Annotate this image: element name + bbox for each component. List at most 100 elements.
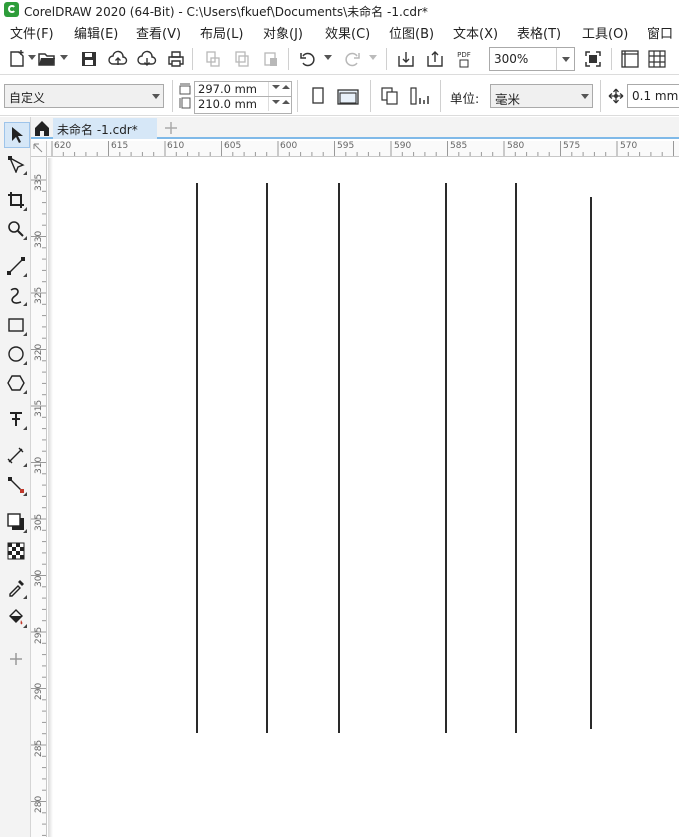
h-ruler-label: 600 <box>280 141 298 151</box>
artistic-media-tool[interactable] <box>4 283 28 307</box>
drop-shadow-tool[interactable] <box>4 510 28 534</box>
page-height-field[interactable]: 210.0 mm <box>194 96 292 114</box>
pointer-arrow-icon <box>12 127 23 143</box>
cloud-upload-icon[interactable] <box>107 48 129 70</box>
add-tab-plus-icon <box>165 122 177 134</box>
parallel-dimension-tool[interactable] <box>4 444 28 468</box>
zoom-dropdown-button[interactable] <box>556 48 574 70</box>
undo-dropdown-caret-icon[interactable] <box>324 55 332 60</box>
current-page-layout-icon[interactable] <box>409 86 431 106</box>
page-preset-select[interactable]: 自定义 <box>4 84 164 108</box>
print-icon[interactable] <box>165 48 187 70</box>
menu-object[interactable]: 对象(J) <box>263 23 303 42</box>
color-eyedropper-tool[interactable] <box>4 576 28 600</box>
text-tool[interactable] <box>4 407 28 431</box>
zoom-chevron-down-icon <box>562 57 570 62</box>
zoom-tool[interactable] <box>4 217 28 241</box>
v-ruler-label: 330 <box>34 230 44 248</box>
save-icon[interactable] <box>78 48 100 70</box>
menu-view[interactable]: 查看(V) <box>136 23 181 42</box>
document-tab[interactable]: 未命名 -1.cdr* <box>53 118 157 139</box>
units-value: 毫米 <box>495 92 521 107</box>
menu-file[interactable]: 文件(F) <box>10 23 54 42</box>
new-dropdown-caret-icon[interactable] <box>28 55 36 60</box>
guidelines-toggle-icon[interactable] <box>672 48 679 70</box>
page-width-icon <box>179 83 191 95</box>
units-label: 单位: <box>450 91 480 106</box>
vertical-line-shape[interactable] <box>338 183 340 733</box>
vertical-line-shape[interactable] <box>515 183 517 733</box>
vertical-line-shape[interactable] <box>445 183 447 733</box>
vertical-line-shape[interactable] <box>590 197 592 729</box>
shape-tool[interactable] <box>4 152 28 176</box>
welcome-home-tab[interactable] <box>31 118 53 139</box>
grid-toggle-icon[interactable] <box>646 48 668 70</box>
crop-tool[interactable] <box>4 188 28 212</box>
landscape-orientation-icon[interactable] <box>337 89 359 105</box>
drawing-canvas[interactable] <box>48 158 679 837</box>
menu-tools[interactable]: 工具(O) <box>582 23 628 42</box>
menu-layout[interactable]: 布局(L) <box>200 23 243 42</box>
new-document-icon[interactable] <box>6 48 28 70</box>
horizontal-ruler-ticks <box>51 141 674 156</box>
new-tab-button[interactable] <box>160 118 182 138</box>
menu-effects[interactable]: 效果(C) <box>325 23 370 42</box>
pdf-label: PDF <box>457 50 471 59</box>
menu-window[interactable]: 窗口 <box>647 23 673 42</box>
add-tool[interactable] <box>4 647 28 671</box>
undo-icon[interactable] <box>297 48 319 70</box>
nudge-distance-field[interactable]: 0.1 mm <box>627 84 679 108</box>
nudge-distance-value: 0.1 mm <box>632 89 679 103</box>
redo-icon[interactable] <box>341 48 363 70</box>
zoom-level-combo[interactable]: 300% <box>489 47 575 71</box>
transparency-tool[interactable] <box>4 539 28 563</box>
height-spinner-icon[interactable] <box>268 97 291 111</box>
h-ruler-label: 620 <box>54 141 72 151</box>
interactive-fill-tool[interactable] <box>4 605 28 629</box>
open-dropdown-caret-icon[interactable] <box>60 55 68 60</box>
h-ruler-label: 580 <box>507 141 525 151</box>
cut-icon[interactable] <box>202 48 224 70</box>
home-icon <box>35 121 49 136</box>
vertical-line-shape[interactable] <box>196 183 198 733</box>
rectangle-tool[interactable] <box>4 313 28 337</box>
full-screen-icon[interactable] <box>582 48 604 70</box>
export-icon[interactable] <box>424 48 446 70</box>
ellipse-tool[interactable] <box>4 342 28 366</box>
h-ruler-label: 595 <box>337 141 355 151</box>
units-chevron-down-icon <box>581 94 589 99</box>
window-title: CorelDRAW 2020 (64-Bit) - C:\Users\fkuef… <box>24 5 428 19</box>
ruler-origin-corner[interactable] <box>31 141 47 157</box>
menu-bar: 文件(F) 编辑(E) 查看(V) 布局(L) 对象(J) 效果(C) 位图(B… <box>0 20 679 42</box>
rulers-toggle-icon[interactable] <box>619 48 641 70</box>
all-pages-layout-icon[interactable] <box>380 86 400 106</box>
menu-text[interactable]: 文本(X) <box>453 23 498 42</box>
page-preset-value: 自定义 <box>9 91 46 105</box>
open-folder-icon[interactable] <box>36 48 58 70</box>
menu-bitmaps[interactable]: 位图(B) <box>389 23 434 42</box>
vertical-line-shape[interactable] <box>266 183 268 733</box>
page-height-icon <box>179 97 191 109</box>
width-spinner-icon[interactable] <box>268 82 291 96</box>
connector-tool[interactable] <box>4 473 28 497</box>
cloud-download-icon[interactable] <box>136 48 158 70</box>
menu-table[interactable]: 表格(T) <box>517 23 561 42</box>
pick-tool[interactable] <box>4 122 30 148</box>
polygon-tool[interactable] <box>4 371 28 395</box>
horizontal-ruler[interactable]: 620 615 610 605 600 595 590 585 580 575 … <box>31 141 679 157</box>
redo-dropdown-caret-icon[interactable] <box>369 55 377 60</box>
copy-icon[interactable] <box>231 48 253 70</box>
menu-edit[interactable]: 编辑(E) <box>74 23 118 42</box>
v-ruler-label: 315 <box>34 399 44 417</box>
paste-icon[interactable] <box>260 48 282 70</box>
vertical-ruler-ticks <box>31 179 46 836</box>
publish-pdf-button[interactable]: PDF <box>453 48 475 70</box>
v-ruler-label: 305 <box>34 513 44 531</box>
nudge-distance-icon <box>608 88 624 104</box>
units-select[interactable]: 毫米 <box>490 84 593 108</box>
vertical-ruler[interactable]: 335 330 325 320 315 310 305 300 295 290 … <box>31 157 47 837</box>
import-icon[interactable] <box>395 48 417 70</box>
document-tab-label: 未命名 -1.cdr* <box>57 123 138 137</box>
freehand-tool[interactable] <box>4 254 28 278</box>
portrait-orientation-icon[interactable] <box>311 87 325 105</box>
